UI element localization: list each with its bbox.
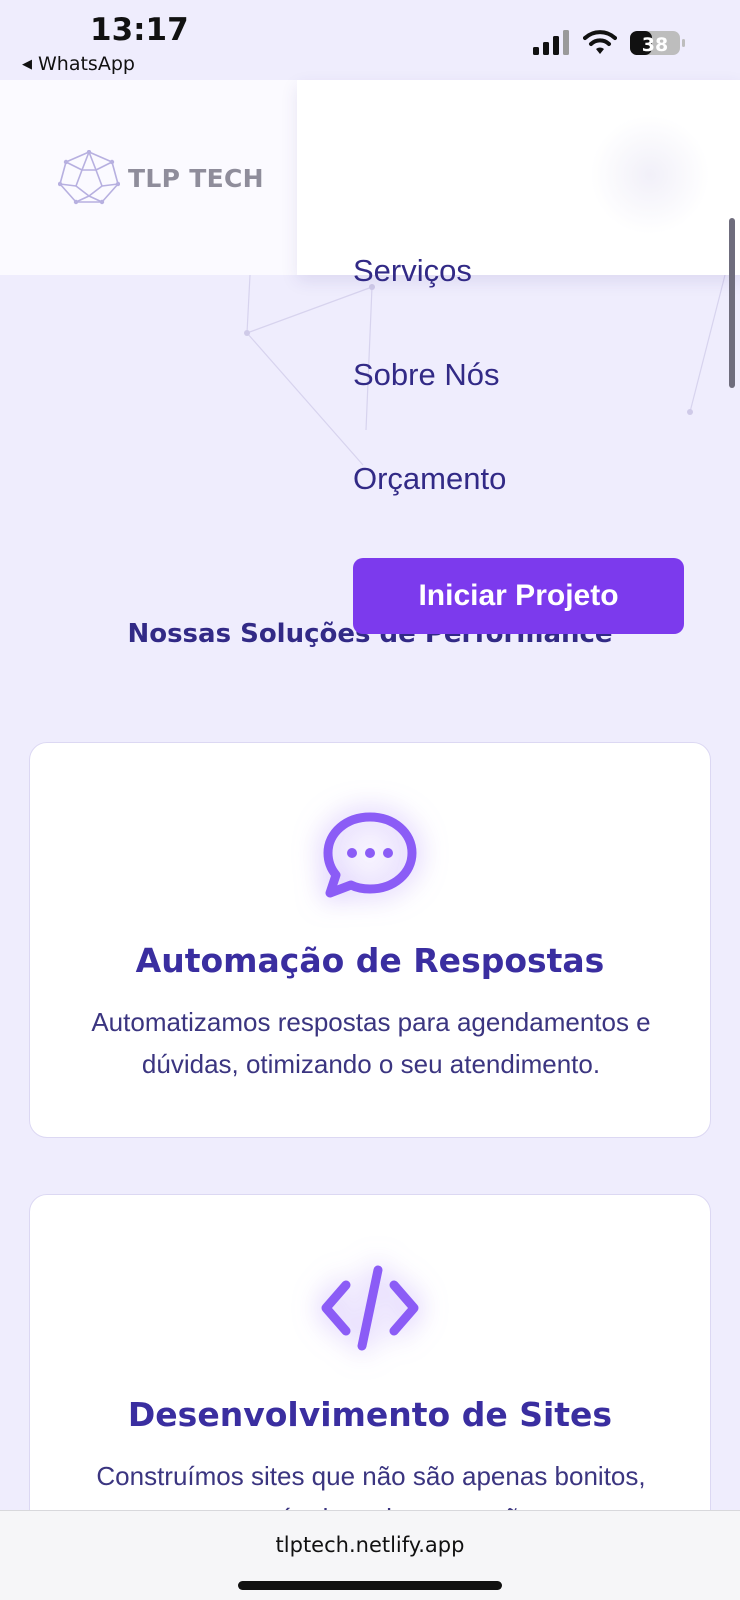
nav-link-sobre-nos[interactable]: Sobre Nós <box>353 357 499 393</box>
logo-text: TLP TECH <box>128 163 264 193</box>
back-to-app-link[interactable]: ◀ WhatsApp <box>22 53 135 75</box>
page-scrollbar[interactable] <box>729 218 735 388</box>
nav-link-servicos[interactable]: Serviços <box>353 253 472 289</box>
chat-bubble-icon <box>323 812 417 898</box>
logo[interactable]: TLP TECH <box>58 150 264 206</box>
back-arrow-icon: ◀ <box>22 57 32 72</box>
nav-link-orcamento[interactable]: Orçamento <box>353 461 506 497</box>
service-title: Automação de Respostas <box>135 941 605 980</box>
browser-address-bar: tlptech.netlify.app <box>0 1510 740 1600</box>
status-bar: 13:17 ◀ WhatsApp 38 <box>0 0 740 80</box>
wifi-icon <box>583 30 617 54</box>
home-indicator[interactable] <box>238 1581 502 1590</box>
code-icon <box>321 1265 419 1351</box>
start-project-button[interactable]: Iniciar Projeto <box>353 558 684 634</box>
mobile-menu-panel <box>297 80 740 275</box>
service-title: Desenvolvimento de Sites <box>127 1395 613 1434</box>
battery-icon: 38 <box>630 31 685 56</box>
back-app-label: WhatsApp <box>38 53 135 75</box>
status-time: 13:17 <box>90 12 189 48</box>
battery-level: 38 <box>642 34 668 56</box>
url-field[interactable]: tlptech.netlify.app <box>0 1533 740 1557</box>
polyhedron-logo-icon <box>58 150 120 205</box>
service-description: Automatizamos respostas para agendamento… <box>91 1007 651 1079</box>
signal-icon <box>533 30 569 55</box>
service-card: Automação de Respostas Automatizamos res… <box>29 742 711 1138</box>
menu-close-button[interactable] <box>590 115 710 235</box>
